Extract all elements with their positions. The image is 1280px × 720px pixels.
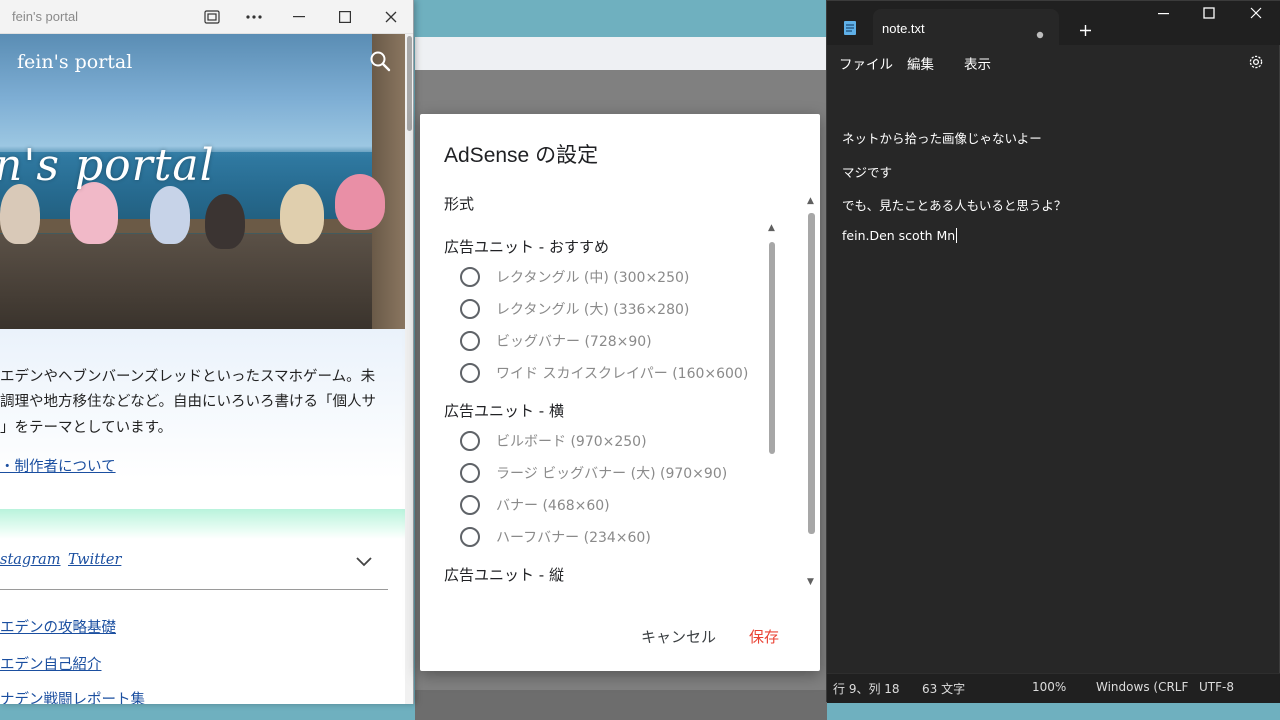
ad-option-radio[interactable]: ハーフバナー (234×60) bbox=[460, 523, 760, 551]
site-header-image: fein's portal n's portal bbox=[0, 34, 405, 329]
editor-line-text: fein.Den scoth Mn bbox=[842, 228, 956, 243]
character-count: 63 文字 bbox=[922, 682, 966, 696]
site-description-line: 」をテーマとしています。 bbox=[0, 420, 173, 436]
mint-band bbox=[0, 509, 405, 539]
dialog-title: AdSense の設定 bbox=[444, 144, 599, 167]
minimize-icon[interactable] bbox=[285, 4, 313, 30]
background-bottom-bar bbox=[415, 690, 827, 720]
scroll-up-icon[interactable]: ▲ bbox=[768, 223, 775, 233]
text-caret bbox=[956, 228, 958, 243]
menu-link[interactable]: エデン自己紹介 bbox=[0, 653, 102, 674]
option-label: ワイド スカイスクレイパー (160×600) bbox=[496, 366, 749, 382]
ad-option-radio[interactable]: ラージ ビッグバナー (大) (970×90) bbox=[460, 459, 760, 487]
radio-button[interactable] bbox=[460, 299, 480, 319]
hero-flowers bbox=[335, 174, 385, 230]
unsaved-dot-icon[interactable] bbox=[1036, 24, 1044, 43]
hero-character bbox=[0, 184, 40, 244]
background-address-bar bbox=[415, 37, 827, 71]
menu-file[interactable]: ファイル bbox=[839, 53, 893, 73]
radio-button[interactable] bbox=[460, 267, 480, 287]
encoding[interactable]: UTF-8 bbox=[1199, 680, 1234, 694]
ad-option-radio[interactable]: レクタングル (大) (336×280) bbox=[460, 295, 760, 323]
menu-edit[interactable]: 編集 bbox=[907, 53, 934, 73]
settings-gear-icon[interactable] bbox=[1248, 54, 1264, 74]
close-icon[interactable] bbox=[1250, 7, 1262, 23]
ad-option-radio[interactable]: レクタングル (中) (300×250) bbox=[460, 263, 760, 291]
about-link[interactable]: ・制作者について bbox=[0, 455, 116, 476]
notepad-app-icon bbox=[843, 20, 857, 40]
radio-button[interactable] bbox=[460, 431, 480, 451]
option-label: ビルボード (970×250) bbox=[496, 434, 647, 450]
list-scrollbar-thumb[interactable] bbox=[769, 242, 775, 454]
hero-character bbox=[205, 194, 245, 249]
cancel-button[interactable]: キャンセル bbox=[641, 626, 716, 647]
hero-ground bbox=[0, 234, 405, 329]
hero-character bbox=[70, 182, 118, 244]
line-ending[interactable]: Windows (CRLF bbox=[1096, 680, 1188, 694]
editor-line: fein.Den scoth Mn bbox=[842, 228, 958, 243]
maximize-icon[interactable] bbox=[1203, 7, 1215, 23]
window-title: fein's portal bbox=[12, 9, 79, 24]
ad-option-radio[interactable]: バナー (468×60) bbox=[460, 491, 760, 519]
menu-link[interactable]: ナデン戦闘レポート集 bbox=[0, 688, 145, 704]
chevron-down-icon[interactable] bbox=[355, 553, 373, 572]
twitter-link[interactable]: Twitter bbox=[68, 552, 121, 568]
browser-window: fein's portal fein's portal n's portal エ… bbox=[0, 0, 414, 704]
radio-button[interactable] bbox=[460, 495, 480, 515]
new-tab-plus-icon[interactable] bbox=[1079, 22, 1092, 41]
ad-option-radio[interactable]: ビルボード (970×250) bbox=[460, 427, 760, 455]
radio-button[interactable] bbox=[460, 363, 480, 383]
hero-character bbox=[150, 186, 190, 244]
ad-option-radio[interactable]: ワイド スカイスクレイパー (160×600) bbox=[460, 359, 760, 387]
app-mode-icon[interactable] bbox=[198, 4, 226, 30]
dialog-scrollbar-thumb[interactable] bbox=[808, 213, 815, 534]
editor-line: ネットから拾った画像じゃないよー bbox=[842, 131, 1042, 146]
site-logo[interactable]: fein's portal bbox=[17, 51, 132, 73]
ad-option-radio[interactable]: ビッグバナー (728×90) bbox=[460, 327, 760, 355]
instagram-link[interactable]: stagram bbox=[0, 552, 61, 568]
option-label: ラージ ビッグバナー (大) (970×90) bbox=[496, 466, 728, 482]
ad-unit-list[interactable]: 広告ユニット - おすすめ レクタングル (中) (300×250) レクタング… bbox=[444, 226, 784, 598]
close-icon[interactable] bbox=[377, 4, 405, 30]
site-description-line: 調理や地方移住などなど。自由にいろいろ書ける「個人サ bbox=[0, 394, 376, 410]
notepad-window: note.txt ファイル 編集 表示 ネットから拾った画像じゃないよー マジで… bbox=[826, 0, 1280, 703]
page-scrollbar[interactable] bbox=[405, 34, 413, 704]
radio-button[interactable] bbox=[460, 463, 480, 483]
divider bbox=[0, 589, 388, 590]
group-label: 広告ユニット - 縦 bbox=[444, 566, 564, 584]
option-label: レクタングル (大) (336×280) bbox=[496, 302, 690, 318]
group-label: 広告ユニット - おすすめ bbox=[444, 238, 609, 256]
option-label: バナー (468×60) bbox=[496, 498, 610, 514]
scroll-down-icon[interactable]: ▼ bbox=[807, 577, 814, 587]
menu-link[interactable]: エデンの攻略基礎 bbox=[0, 616, 116, 637]
menu-view[interactable]: 表示 bbox=[964, 53, 991, 73]
radio-button[interactable] bbox=[460, 527, 480, 547]
maximize-icon[interactable] bbox=[331, 4, 359, 30]
site-description-line: エデンやヘブンバーンズレッドといったスマホゲーム。未 bbox=[0, 369, 376, 385]
zoom-level[interactable]: 100% bbox=[1032, 680, 1066, 694]
adsense-settings-dialog: AdSense の設定 形式 広告ユニット - おすすめ レクタングル (中) … bbox=[420, 114, 820, 671]
tab-title: note.txt bbox=[882, 21, 925, 36]
browser-titlebar: fein's portal bbox=[0, 0, 413, 34]
group-label: 広告ユニット - 横 bbox=[444, 402, 564, 420]
search-icon[interactable] bbox=[369, 50, 391, 76]
hero-character bbox=[280, 184, 324, 244]
format-label: 形式 bbox=[444, 195, 475, 213]
editor-line: でも、見たことある人もいると思うよ？ bbox=[842, 198, 1067, 213]
scroll-up-icon[interactable]: ▲ bbox=[807, 196, 814, 206]
option-label: ハーフバナー (234×60) bbox=[496, 530, 651, 546]
option-label: ビッグバナー (728×90) bbox=[496, 334, 652, 350]
editor-line: マジです bbox=[842, 165, 893, 180]
minimize-icon[interactable] bbox=[1158, 7, 1170, 23]
more-options-icon[interactable] bbox=[240, 4, 268, 30]
page-scrollbar-thumb[interactable] bbox=[407, 36, 412, 131]
option-label: レクタングル (中) (300×250) bbox=[496, 270, 690, 286]
save-button[interactable]: 保存 bbox=[749, 626, 779, 647]
radio-button[interactable] bbox=[460, 331, 480, 351]
cursor-position: 行 9、列 18 bbox=[833, 682, 900, 696]
hero-title: n's portal bbox=[0, 140, 215, 191]
